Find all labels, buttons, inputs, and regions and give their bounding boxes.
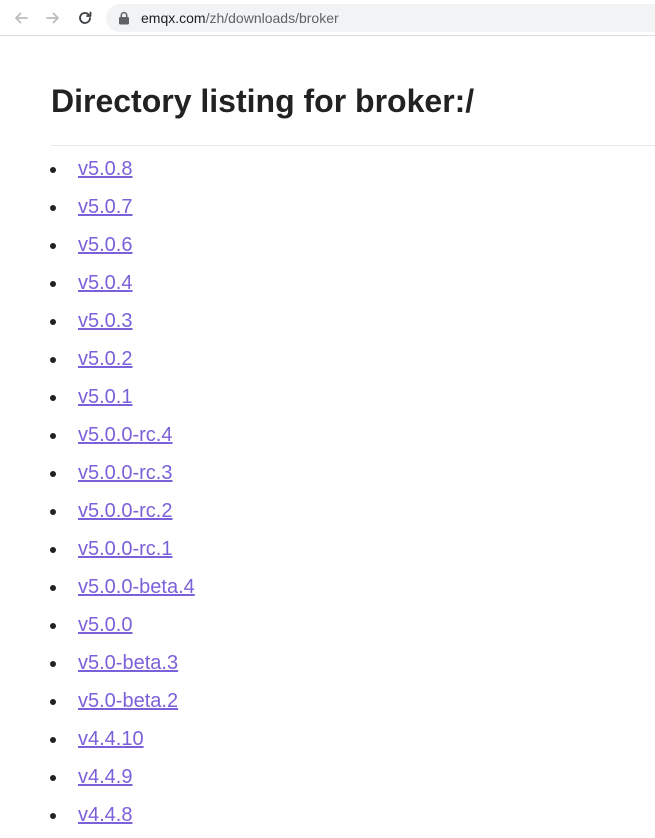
directory-link[interactable]: v5.0.2 (78, 344, 132, 374)
bullet-icon (50, 661, 56, 667)
directory-link[interactable]: v5.0.8 (78, 154, 132, 184)
bullet-icon (50, 357, 56, 363)
bullet-icon (50, 509, 56, 515)
forward-button[interactable] (41, 6, 65, 30)
bullet-icon (50, 281, 56, 287)
reload-icon (79, 11, 92, 24)
browser-toolbar: emqx.com/zh/downloads/broker (0, 0, 655, 36)
directory-link[interactable]: v5.0.6 (78, 230, 132, 260)
directory-link[interactable]: v4.4.8 (78, 800, 132, 830)
bullet-icon (50, 775, 56, 781)
bullet-icon (50, 699, 56, 705)
arrow-left-icon (15, 12, 28, 24)
bullet-icon (50, 395, 56, 401)
directory-link[interactable]: v5.0-beta.2 (78, 686, 178, 716)
directory-link[interactable]: v5.0.0-beta.4 (78, 572, 195, 602)
directory-link[interactable]: v5.0.0-rc.3 (78, 458, 172, 488)
bullet-icon (50, 205, 56, 211)
bullet-icon (50, 243, 56, 249)
directory-link[interactable]: v4.4.9 (78, 762, 132, 792)
lock-icon (119, 11, 129, 25)
directory-link[interactable]: v5.0.0-rc.4 (78, 420, 172, 450)
directory-link[interactable]: v5.0.4 (78, 268, 132, 298)
bullet-icon (50, 737, 56, 743)
bullet-icon (50, 623, 56, 629)
page-title: Directory listing for broker:/ (51, 83, 475, 119)
url-text: emqx.com/zh/downloads/broker (141, 10, 339, 26)
directory-link[interactable]: v5.0-beta.3 (78, 648, 178, 678)
bullet-icon (50, 433, 56, 439)
bullet-icon (50, 585, 56, 591)
directory-link[interactable]: v5.0.0-rc.2 (78, 496, 172, 526)
directory-link[interactable]: v5.0.0-rc.1 (78, 534, 172, 564)
bullet-icon (50, 319, 56, 325)
directory-link[interactable]: v5.0.3 (78, 306, 132, 336)
directory-link[interactable]: v4.4.10 (78, 724, 144, 754)
url-path: /zh/downloads/broker (205, 10, 339, 26)
url-host: emqx.com (141, 10, 206, 26)
back-button[interactable] (9, 6, 33, 30)
bullet-icon (50, 471, 56, 477)
divider (51, 145, 655, 146)
address-bar[interactable]: emqx.com/zh/downloads/broker (106, 4, 655, 32)
arrow-right-icon (46, 12, 59, 24)
reload-button[interactable] (73, 6, 97, 30)
bullet-icon (50, 813, 56, 819)
bullet-icon (50, 547, 56, 553)
directory-link[interactable]: v5.0.1 (78, 382, 132, 412)
directory-link[interactable]: v5.0.7 (78, 192, 132, 222)
directory-link[interactable]: v5.0.0 (78, 610, 132, 640)
bullet-icon (50, 167, 56, 173)
